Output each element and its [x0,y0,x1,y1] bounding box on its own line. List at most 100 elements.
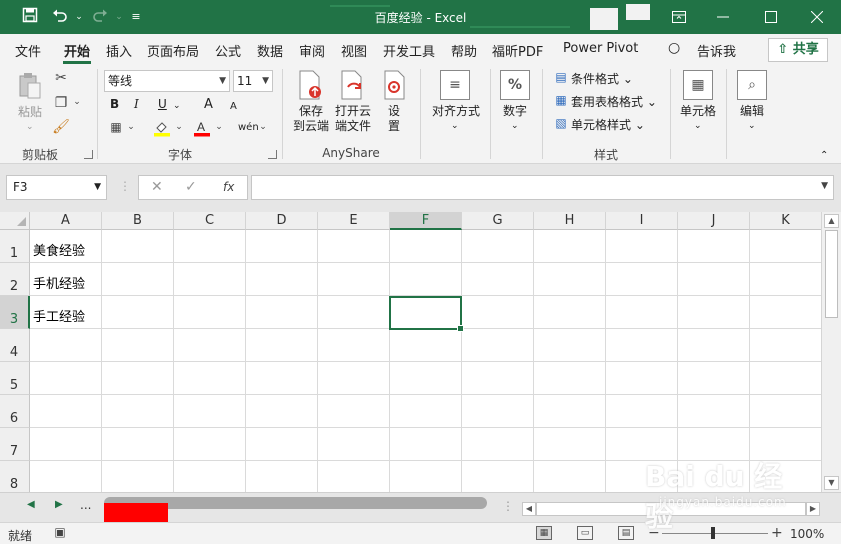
collapse-ribbon-icon[interactable]: ⌃ [820,148,828,163]
expand-formula-icon[interactable]: ▼ [821,181,828,191]
cut-icon[interactable]: ✂ [52,70,70,86]
ribbon-display-icon[interactable] [656,0,702,34]
row-header-4[interactable]: 4 [0,329,30,362]
number-format-button[interactable]: 数字 [498,104,532,119]
tab-power-pivot[interactable]: Power Pivot [563,41,638,56]
grow-font-button[interactable]: A [204,97,213,112]
select-all-corner[interactable] [0,212,30,230]
shrink-font-button[interactable]: A [230,99,237,114]
vertical-scroll-thumb[interactable] [825,230,838,318]
column-header-d[interactable]: D [246,212,318,230]
tab-insert[interactable]: 插入 [106,41,132,60]
font-color-icon[interactable]: A [193,119,211,141]
zoom-slider[interactable] [662,533,768,534]
tab-help[interactable]: 帮助 [451,41,477,60]
column-header-k[interactable]: K [750,212,821,230]
spreadsheet-grid[interactable]: A B C D E F G H I J K 1 2 3 4 5 6 7 8 美食… [0,212,821,492]
tab-home[interactable]: 开始 [64,41,90,60]
copy-dropdown-icon[interactable]: ⌄ [72,97,82,107]
previous-sheet-icon[interactable]: ◀ [27,499,35,510]
row-header-8[interactable]: 8 [0,461,30,492]
tab-split-handle-icon[interactable]: ⋮ [502,499,514,513]
settings-icon[interactable] [381,70,409,104]
share-button[interactable]: ⇧ 共享 [768,38,828,62]
cell-a3[interactable]: 手工经验 [33,306,85,325]
scroll-right-icon[interactable]: ▶ [806,502,820,516]
search-icon[interactable]: ⌕ [737,70,767,100]
minimize-icon[interactable] [700,0,746,34]
vertical-scrollbar[interactable]: ▲ ▼ [821,212,841,492]
close-icon[interactable] [794,0,840,34]
cells-button[interactable]: 单元格 [677,104,719,119]
cell-a1[interactable]: 美食经验 [33,240,85,259]
formula-input[interactable]: ▼ [251,175,834,200]
maximize-icon[interactable] [748,0,794,34]
tab-formulas[interactable]: 公式 [215,41,241,60]
cell-styles-button[interactable]: 单元格样式 ⌄ [571,118,645,133]
percent-icon[interactable]: % [500,70,530,100]
column-header-e[interactable]: E [318,212,390,230]
phonetic-dropdown-icon[interactable]: ⌄ [258,122,268,132]
settings-button[interactable]: 设置 [384,104,404,134]
fill-dropdown-icon[interactable]: ⌄ [174,122,184,132]
bold-button[interactable]: B [110,97,119,112]
paste-icon[interactable] [17,72,43,102]
format-as-table-button[interactable]: 套用表格格式 ⌄ [571,95,657,110]
underline-button[interactable]: U [158,97,167,112]
underline-dropdown-icon[interactable]: ⌄ [173,99,181,114]
column-header-f[interactable]: F [390,212,462,230]
column-header-a[interactable]: A [30,212,102,230]
row-header-6[interactable]: 6 [0,395,30,428]
italic-button[interactable]: I [134,97,139,112]
open-cloud-file-button[interactable]: 打开云 端文件 [332,104,374,134]
scroll-left-icon[interactable]: ◀ [522,502,536,516]
font-color-dropdown-icon[interactable]: ⌄ [214,122,224,132]
tab-page-layout[interactable]: 页面布局 [147,41,199,60]
page-break-view-icon[interactable]: ▤ [618,526,634,540]
row-header-1[interactable]: 1 [0,230,30,263]
normal-view-icon[interactable]: ▦ [536,526,552,540]
row-header-5[interactable]: 5 [0,362,30,395]
next-sheet-icon[interactable]: ▶ [55,499,63,510]
paste-dropdown-icon[interactable]: ⌄ [26,120,34,135]
row-header-3[interactable]: 3 [0,296,30,329]
copy-icon[interactable]: ❐ [52,95,70,111]
phonetic-button[interactable]: wén [238,120,259,135]
row-header-2[interactable]: 2 [0,263,30,296]
font-launcher-icon[interactable] [268,150,277,159]
column-header-b[interactable]: B [102,212,174,230]
alignment-button[interactable]: 对齐方式 [428,104,484,119]
macro-record-icon[interactable]: ▣ [52,526,68,540]
more-sheets-button[interactable]: ... [80,498,91,512]
name-box[interactable]: F3 ▼ [6,175,107,200]
column-header-g[interactable]: G [462,212,534,230]
conditional-format-button[interactable]: 条件格式 ⌄ [571,72,633,87]
column-header-h[interactable]: H [534,212,606,230]
cloud-upload-icon[interactable] [296,70,324,104]
tell-me-search[interactable]: 告诉我 [697,41,736,60]
insert-function-button[interactable]: fx [223,180,234,194]
tab-data[interactable]: 数据 [257,41,283,60]
cancel-icon[interactable]: ✕ [151,179,163,195]
number-dropdown-icon[interactable]: ⌄ [511,119,519,134]
editing-dropdown-icon[interactable]: ⌄ [748,119,756,134]
tab-file[interactable]: 文件 [15,41,41,60]
scroll-up-icon[interactable]: ▲ [824,214,839,228]
tab-developer[interactable]: 开发工具 [383,41,435,60]
tab-view[interactable]: 视图 [341,41,367,60]
scroll-down-icon[interactable]: ▼ [824,476,839,490]
font-name-select[interactable]: 等线 ▼ [104,70,230,92]
alignment-dropdown-icon[interactable]: ⌄ [451,119,459,134]
drag-handle-icon[interactable]: ⋮ [119,179,131,193]
zoom-slider-thumb[interactable] [711,527,715,539]
column-header-i[interactable]: I [606,212,678,230]
save-to-cloud-button[interactable]: 保存 到云端 [291,104,331,134]
cells-dropdown-icon[interactable]: ⌄ [694,119,702,134]
row-header-7[interactable]: 7 [0,428,30,461]
enter-icon[interactable]: ✓ [185,179,197,195]
tab-foxit-pdf[interactable]: 福昕PDF [492,41,543,60]
active-cell-f3[interactable] [389,296,464,332]
cloud-open-icon[interactable] [338,70,366,104]
column-header-j[interactable]: J [678,212,750,230]
font-size-select[interactable]: 11 ▼ [233,70,273,92]
